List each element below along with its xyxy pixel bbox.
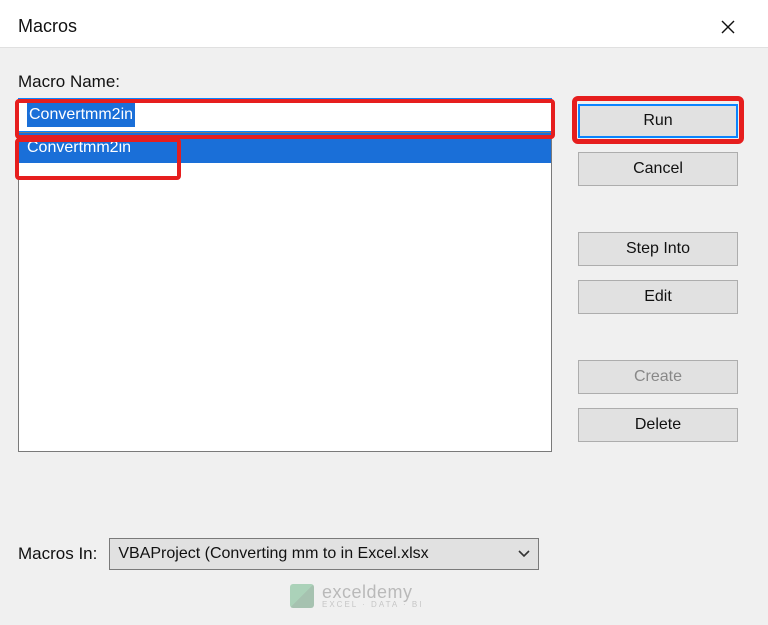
- watermark-logo-icon: [290, 584, 314, 608]
- right-button-column: Run Cancel Step Into Edit Create Delete: [578, 104, 738, 442]
- step-into-button[interactable]: Step Into: [578, 232, 738, 266]
- watermark-text: exceldemy EXCEL · DATA · BI: [322, 583, 423, 609]
- dialog-body: Macro Name: Convertmm2in Convertmm2in Ru…: [0, 48, 768, 625]
- macro-name-label: Macro Name:: [18, 72, 552, 92]
- titlebar: Macros: [0, 0, 768, 48]
- watermark-tagline: EXCEL · DATA · BI: [322, 601, 423, 609]
- cancel-button[interactable]: Cancel: [578, 152, 738, 186]
- dialog-title: Macros: [18, 16, 77, 37]
- watermark-brand: exceldemy: [322, 583, 423, 601]
- button-spacer: [578, 328, 738, 346]
- macro-list[interactable]: Convertmm2in: [18, 132, 552, 452]
- delete-button[interactable]: Delete: [578, 408, 738, 442]
- button-spacer: [578, 200, 738, 218]
- macro-name-value: Convertmm2in: [27, 103, 135, 127]
- close-icon: [721, 20, 735, 34]
- macro-list-item[interactable]: Convertmm2in: [19, 133, 551, 163]
- macros-in-label: Macros In:: [18, 544, 97, 564]
- edit-button[interactable]: Edit: [578, 280, 738, 314]
- run-button[interactable]: Run: [578, 104, 738, 138]
- macros-in-select-value: VBAProject (Converting mm to in Excel.xl…: [118, 545, 428, 563]
- watermark: exceldemy EXCEL · DATA · BI: [290, 583, 423, 609]
- left-column: Macro Name: Convertmm2in Convertmm2in: [18, 72, 552, 452]
- macro-name-input[interactable]: Convertmm2in: [18, 98, 552, 132]
- chevron-down-icon: [518, 545, 530, 563]
- create-button[interactable]: Create: [578, 360, 738, 394]
- macros-in-row: Macros In: VBAProject (Converting mm to …: [18, 538, 539, 570]
- macros-in-select[interactable]: VBAProject (Converting mm to in Excel.xl…: [109, 538, 539, 570]
- close-button[interactable]: [706, 9, 750, 45]
